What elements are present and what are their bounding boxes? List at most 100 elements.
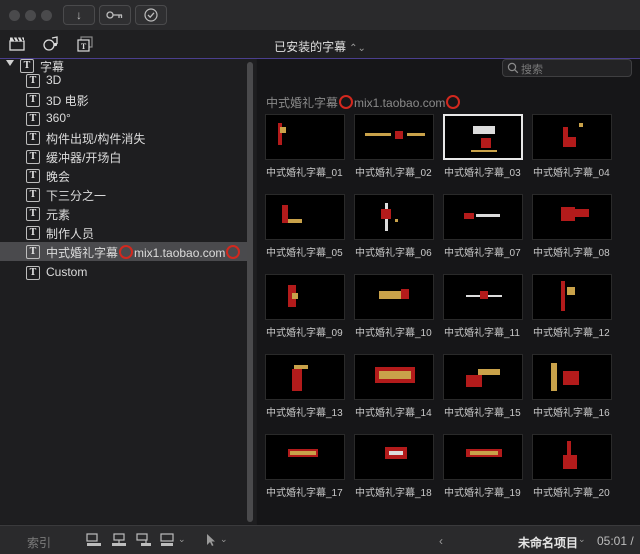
thumbnail-artwork (478, 369, 500, 375)
sidebar-scrollbar[interactable] (247, 62, 253, 522)
window-titlebar: ↓ (0, 0, 640, 30)
thumbnail-label: 中式婚礼字幕_12 (533, 328, 610, 339)
title-thumbnail[interactable] (265, 434, 345, 480)
sidebar-item[interactable]: T 晚会 (0, 166, 247, 185)
import-button[interactable]: ↓ (63, 5, 95, 25)
menu-title-label: 已安装的字幕 (274, 40, 347, 54)
overwrite-clip-icon[interactable] (160, 533, 176, 547)
chevron-updown-icon: ⌃⌄ (349, 43, 366, 54)
title-thumbnail[interactable] (532, 194, 612, 240)
thumbnail-label: 中式婚礼字幕_18 (355, 488, 432, 499)
title-t-icon: T (26, 226, 40, 240)
sidebar-item[interactable]: T Custom (0, 263, 247, 282)
index-button[interactable]: 索引 (27, 534, 51, 551)
sidebar-item-label: 中式婚礼字幕 mix1.taobao.com (46, 244, 241, 261)
bottom-toolbar: 索引 ⌄ ⌄ ‹ 未命名项目 ⌄ 05:01 / (0, 525, 640, 554)
sidebar-item-label: 3D 电影 (46, 94, 89, 108)
thumbnail-artwork (290, 451, 316, 455)
chevron-down-icon[interactable]: ⌄ (220, 534, 228, 545)
title-thumbnail[interactable] (265, 274, 345, 320)
thumbnail-artwork (407, 133, 425, 136)
sidebar-item[interactable]: T 缓冲器/开场白 (0, 147, 247, 166)
insert-clip-icon[interactable] (111, 533, 127, 547)
title-t-icon: T (26, 245, 40, 259)
title-thumbnail[interactable] (443, 274, 523, 320)
sidebar-item[interactable]: T 构件出现/构件消失 (0, 128, 247, 147)
title-thumbnail[interactable] (532, 114, 612, 160)
append-clip-icon[interactable] (86, 533, 102, 547)
sidebar-item-chinese-wedding-titles[interactable]: T 中式婚礼字幕 mix1.taobao.com (0, 242, 247, 261)
red-circle-marker-icon (119, 245, 134, 259)
title-thumbnail[interactable] (354, 274, 434, 320)
sidebar-item[interactable]: T 3D 电影 (0, 90, 247, 109)
sidebar-item-label: 缓冲器/开场白 (46, 151, 122, 165)
title-thumbnail[interactable] (532, 274, 612, 320)
select-tool-icon[interactable] (206, 533, 216, 547)
project-name[interactable]: 未命名项目 (518, 534, 578, 551)
thumbnail-artwork (379, 371, 411, 379)
thumbnail-artwork (480, 291, 488, 299)
title-thumbnail[interactable] (532, 434, 612, 480)
title-thumbnail[interactable] (265, 194, 345, 240)
sidebar-item[interactable]: T 下三分之一 (0, 185, 247, 204)
sidebar-item-label: 下三分之一 (46, 189, 107, 203)
thumbnail-artwork (389, 451, 403, 455)
minimize-window-button[interactable] (25, 10, 36, 21)
sidebar-item[interactable]: T 3D (0, 71, 247, 90)
thumbnail-label: 中式婚礼字幕_06 (355, 248, 432, 259)
search-icon (507, 62, 519, 74)
thumbnail-artwork (481, 138, 491, 148)
thumbnail-artwork (292, 293, 298, 299)
checkmark-circle-icon (144, 8, 158, 22)
connect-clip-icon[interactable] (136, 533, 152, 547)
chevron-down-icon[interactable]: ⌄ (578, 534, 586, 545)
title-thumbnail[interactable] (354, 434, 434, 480)
title-t-icon: T (26, 93, 40, 107)
close-window-button[interactable] (9, 10, 20, 21)
zoom-window-button[interactable] (41, 10, 52, 21)
thumbnail-artwork (280, 127, 286, 133)
section-title: 中式婚礼字幕 (266, 96, 339, 110)
sidebar-item[interactable]: T 元素 (0, 204, 247, 223)
title-thumbnail[interactable] (443, 434, 523, 480)
title-thumbnail[interactable] (443, 354, 523, 400)
timecode-display: 05:01 / (597, 534, 634, 548)
thumbnail-artwork (473, 126, 495, 134)
thumbnail-label: 中式婚礼字幕_17 (266, 488, 343, 499)
thumbnail-label: 中式婚礼字幕_09 (266, 328, 343, 339)
thumbnail-label: 中式婚礼字幕_08 (533, 248, 610, 259)
thumbnail-artwork (566, 137, 576, 147)
thumbnail-label: 中式婚礼字幕_07 (444, 248, 521, 259)
sidebar-item[interactable]: T 制作人员 (0, 223, 247, 242)
thumbnail-artwork (381, 209, 391, 219)
down-arrow-icon: ↓ (76, 8, 82, 22)
title-t-icon: T (26, 188, 40, 202)
red-circle-marker-icon (446, 95, 461, 109)
thumbnail-label: 中式婚礼字幕_15 (444, 408, 521, 419)
title-thumbnail[interactable] (354, 114, 434, 160)
title-thumbnail[interactable] (354, 354, 434, 400)
title-thumbnail[interactable] (532, 354, 612, 400)
chevron-down-icon[interactable]: ⌄ (178, 534, 186, 545)
thumbnail-label: 中式婚礼字幕_04 (533, 168, 610, 179)
title-thumbnail[interactable] (265, 114, 345, 160)
title-thumbnail[interactable] (354, 194, 434, 240)
thumbnail-label: 中式婚礼字幕_16 (533, 408, 610, 419)
sidebar-item-label: 3D (46, 73, 62, 87)
title-thumbnail[interactable] (443, 114, 523, 160)
section-title-url: mix1.taobao.com (354, 96, 446, 110)
thumbnail-artwork (579, 123, 583, 127)
search-field[interactable]: 搜索 (502, 59, 632, 77)
disclosure-triangle-icon[interactable] (6, 60, 14, 66)
title-thumbnail[interactable] (265, 354, 345, 400)
sidebar-item-label: 360° (46, 111, 71, 125)
back-arrow-icon[interactable]: ‹ (439, 534, 443, 548)
thumbnail-label: 中式婚礼字幕_03 (444, 168, 521, 179)
installed-titles-menu[interactable]: 已安装的字幕 ⌃⌄ (0, 38, 640, 55)
keywords-button[interactable] (99, 5, 131, 25)
thumbnail-artwork (551, 363, 557, 391)
thumbnail-artwork (563, 371, 579, 385)
background-tasks-button[interactable] (135, 5, 167, 25)
sidebar-item[interactable]: T 360° (0, 109, 247, 128)
title-thumbnail[interactable] (443, 194, 523, 240)
